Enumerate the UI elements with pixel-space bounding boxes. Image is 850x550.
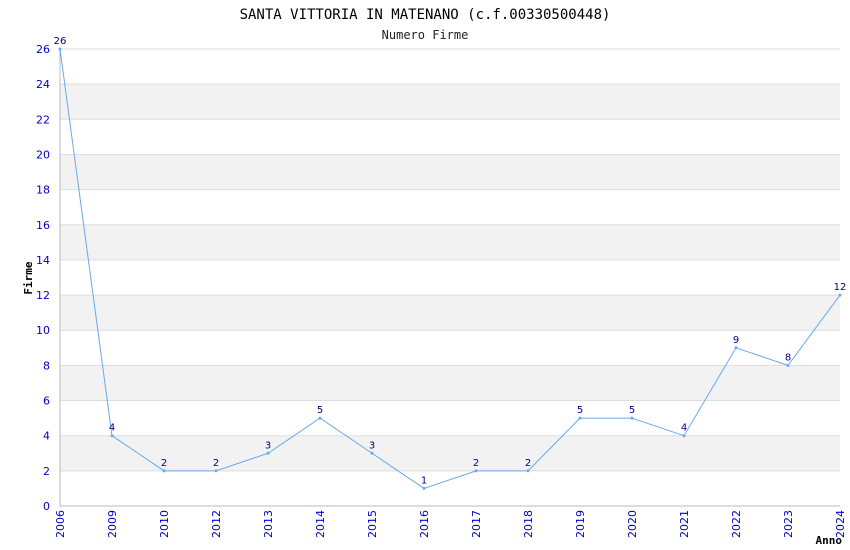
x-tick-label: 2014	[314, 510, 327, 538]
x-tick-label: 2017	[470, 510, 483, 538]
y-tick-label: 22	[36, 113, 50, 126]
y-tick-label: 14	[36, 254, 50, 267]
y-tick-label: 8	[43, 359, 50, 372]
data-label: 3	[265, 440, 271, 451]
data-label: 9	[733, 335, 739, 346]
chart-subtitle: Numero Firme	[382, 28, 469, 42]
data-label: 2	[473, 458, 479, 469]
x-tick-label: 2016	[418, 510, 431, 538]
y-tick-label: 0	[43, 500, 50, 513]
x-tick-label: 2021	[678, 510, 691, 538]
background-band	[60, 295, 840, 331]
x-tick-label: 2012	[210, 510, 223, 538]
y-tick-label: 16	[36, 219, 50, 232]
data-point	[838, 293, 842, 297]
x-tick-label: 2013	[262, 510, 275, 538]
y-tick-label: 12	[36, 289, 50, 302]
data-label: 4	[109, 423, 115, 434]
x-tick-label: 2015	[366, 510, 379, 538]
background-band	[60, 84, 840, 120]
data-point	[734, 346, 738, 350]
y-tick-label: 2	[43, 465, 50, 478]
data-label: 8	[785, 352, 791, 363]
data-point	[630, 416, 634, 420]
x-tick-label: 2020	[626, 510, 639, 538]
data-point	[682, 434, 686, 438]
data-point	[110, 434, 114, 438]
data-point	[162, 469, 166, 473]
x-tick-label: 2019	[574, 510, 587, 538]
data-label: 5	[317, 405, 323, 416]
x-tick-label: 2023	[782, 510, 795, 538]
x-axis-ticks: 2006 2009 2010 2012 2013 2014 2015 2016 2017 2018…	[54, 510, 847, 538]
data-point	[526, 469, 530, 473]
x-tick-label: 2009	[106, 510, 119, 538]
data-point	[578, 416, 582, 420]
background-band	[60, 435, 840, 471]
x-tick-label: 2010	[158, 510, 171, 538]
data-label: 1	[421, 475, 427, 486]
chart-title: SANTA VITTORIA IN MATENANO (c.f.00330500…	[240, 7, 611, 23]
x-tick-label: 2006	[54, 510, 67, 538]
data-label: 26	[54, 36, 67, 47]
y-axis-ticks: 02468101214161820222426	[36, 43, 50, 513]
background-bands	[60, 84, 840, 471]
background-band	[60, 224, 840, 260]
y-tick-label: 26	[36, 43, 50, 56]
x-tick-label: 2022	[730, 510, 743, 538]
x-axis-label: Anno	[816, 534, 843, 547]
y-tick-label: 24	[36, 78, 50, 91]
data-label: 2	[525, 458, 531, 469]
chart: 02468101214161820222426 2006 2009 2010 2012…	[22, 7, 847, 547]
data-label: 4	[681, 423, 687, 434]
background-band	[60, 154, 840, 190]
data-label: 3	[369, 440, 375, 451]
data-label: 2	[213, 458, 219, 469]
data-label: 2	[161, 458, 167, 469]
y-tick-label: 6	[43, 395, 50, 408]
data-point	[786, 363, 790, 367]
y-tick-label: 10	[36, 324, 50, 337]
y-tick-label: 18	[36, 184, 50, 197]
data-point	[422, 486, 426, 490]
data-point	[474, 469, 478, 473]
data-point	[214, 469, 218, 473]
data-point	[370, 451, 374, 455]
y-tick-label: 20	[36, 148, 50, 161]
data-point	[58, 47, 62, 51]
data-point	[318, 416, 322, 420]
x-tick-label: 2018	[522, 510, 535, 538]
data-label: 5	[629, 405, 635, 416]
data-point	[266, 451, 270, 455]
data-label: 5	[577, 405, 583, 416]
data-label: 12	[834, 282, 847, 293]
y-tick-label: 4	[43, 430, 50, 443]
y-axis-label: Firme	[22, 261, 35, 294]
